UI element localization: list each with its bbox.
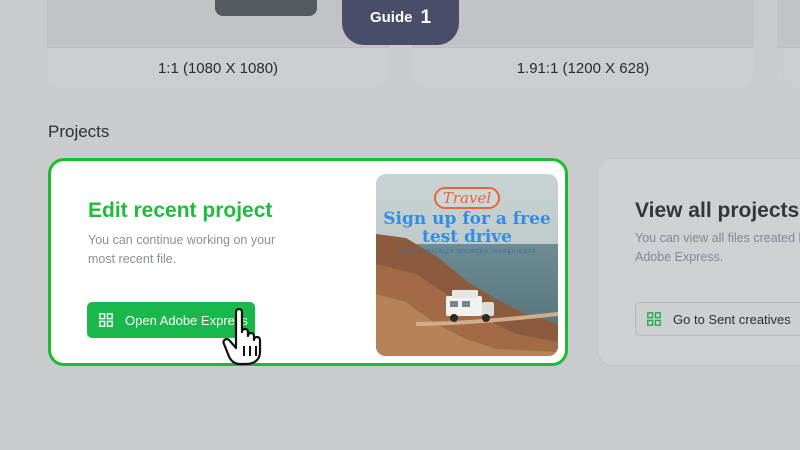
recent-project-title: Edit recent project — [88, 199, 273, 222]
view-all-projects-card: View all projects You can view all files… — [597, 158, 800, 366]
size-label: 1.91:1 (1200 X 628) — [412, 47, 754, 88]
size-preview — [412, 0, 754, 46]
pointer-hand-icon — [222, 307, 262, 366]
guide-tab[interactable]: Guide 1 — [342, 0, 459, 45]
grid-icon — [99, 313, 113, 327]
button-label: Go to Sent creatives — [673, 311, 791, 327]
size-card-landscape[interactable]: 1.91:1 (1200 X 628) — [412, 0, 754, 88]
go-to-sent-creatives-button[interactable]: Go to Sent creatives — [635, 302, 800, 336]
recent-project-card: Edit recent project You can continue wor… — [48, 158, 568, 366]
preview-thumbnail — [215, 0, 317, 16]
size-label — [777, 47, 800, 88]
promo-tag: Travel — [376, 187, 558, 209]
promo-tag-text: Travel — [433, 187, 501, 209]
projects-section-title: Projects — [48, 122, 110, 141]
view-all-title: View all projects — [635, 199, 800, 222]
grid-icon — [647, 312, 661, 326]
recent-project-description: You can continue working on your most re… — [88, 233, 276, 266]
size-preview — [777, 0, 800, 46]
promo-headline: Sign up for a free test drive — [383, 209, 551, 247]
size-label: 1:1 (1080 X 1080) — [47, 47, 389, 88]
size-card-square[interactable]: 1:1 (1080 X 1080) — [47, 0, 389, 88]
view-all-description-line2: Adobe Express. — [635, 250, 724, 264]
promo-subline: FROM ETHICALLY SOURCED INGREDIENTS — [397, 249, 537, 255]
size-card-partial[interactable] — [777, 0, 800, 88]
size-preview — [47, 0, 389, 46]
guide-label: Guide — [369, 9, 413, 26]
view-all-description: You can view all files created b Adobe E… — [635, 229, 800, 267]
guide-step-number: 1 — [420, 6, 432, 28]
view-all-description-line1: You can view all files created b — [635, 231, 800, 245]
recent-project-thumbnail[interactable]: Travel Sign up for a free test drive FRO… — [376, 174, 558, 356]
